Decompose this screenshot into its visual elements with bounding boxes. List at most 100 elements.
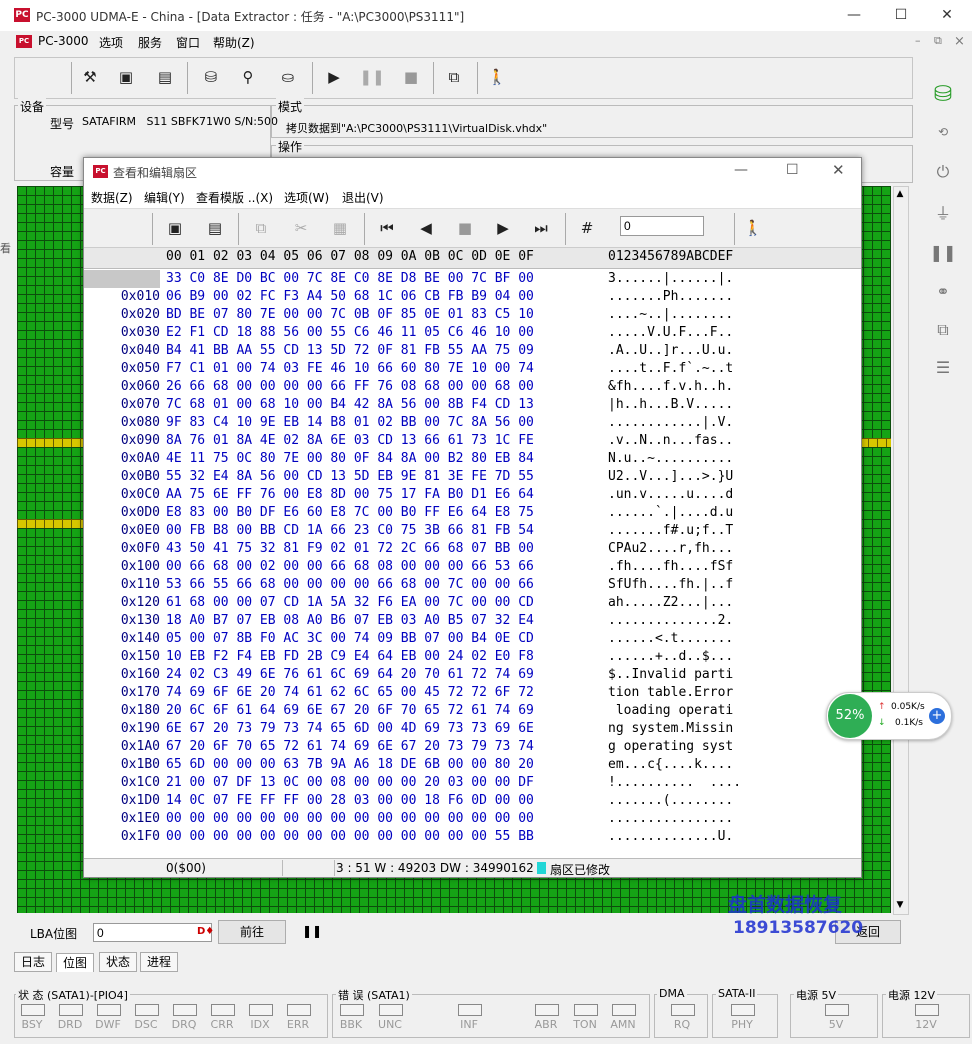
hex-row[interactable]: 0x1B0 65 6D 00 00 00 63 7B 9A A6 18 DE 6B… bbox=[84, 756, 861, 774]
lba-input[interactable] bbox=[93, 923, 212, 942]
hex-row-ascii[interactable]: ......+..d..$... bbox=[608, 648, 733, 666]
forward-button[interactable]: 前往 bbox=[218, 920, 286, 944]
hex-row-bytes[interactable]: E8 83 00 B0 DF E6 60 E8 7C 00 B0 FF E6 6… bbox=[166, 504, 534, 522]
tools-icon[interactable]: ⚒ bbox=[77, 64, 103, 90]
hex-row-bytes[interactable]: 9F 83 C4 10 9E EB 14 B8 01 02 BB 00 7C 8… bbox=[166, 414, 534, 432]
scroll-up-icon[interactable]: ▲ bbox=[893, 186, 907, 202]
hex-row-ascii[interactable]: $..Invalid parti bbox=[608, 666, 733, 684]
hex-row-bytes[interactable]: AA 75 6E FF 76 00 E8 8D 00 75 17 FA B0 D… bbox=[166, 486, 534, 504]
mdi-restore-button[interactable]: ⧉ bbox=[934, 34, 942, 48]
hex-row[interactable]: 0x110 53 66 55 66 68 00 00 00 00 66 68 00… bbox=[84, 576, 861, 594]
tab-log[interactable]: 日志 bbox=[14, 952, 52, 972]
tab-bitmap[interactable]: 位图 bbox=[56, 953, 94, 972]
hex-row[interactable]: 0x160 24 02 C3 49 6E 76 61 6C 69 64 20 70… bbox=[84, 666, 861, 684]
hex-row-ascii[interactable]: ..............U. bbox=[608, 828, 733, 846]
hex-row-bytes[interactable]: E2 F1 CD 18 88 56 00 55 C6 46 11 05 C6 4… bbox=[166, 324, 534, 342]
editor-menu-template[interactable]: 查看模版 ..(X) bbox=[196, 189, 273, 206]
hex-row-bytes[interactable]: B4 41 BB AA 55 CD 13 5D 72 0F 81 FB 55 A… bbox=[166, 342, 534, 360]
hex-row-ascii[interactable]: ah.....Z2...|... bbox=[608, 594, 733, 612]
hex-row-bytes[interactable]: 53 66 55 66 68 00 00 00 00 66 68 00 7C 0… bbox=[166, 576, 534, 594]
hex-row-bytes[interactable]: 67 20 6F 70 65 72 61 74 69 6E 67 20 73 7… bbox=[166, 738, 534, 756]
add-icon[interactable]: + bbox=[929, 708, 945, 724]
hex-row-bytes[interactable]: 10 EB F2 F4 EB FD 2B C9 E4 64 EB 00 24 0… bbox=[166, 648, 534, 666]
hex-row[interactable]: 0x070 7C 68 01 00 68 10 00 B4 42 8A 56 00… bbox=[84, 396, 861, 414]
tab-status[interactable]: 状态 bbox=[99, 952, 137, 972]
mdi-minimize-button[interactable]: – bbox=[915, 34, 921, 47]
sector-number-input[interactable] bbox=[620, 216, 704, 236]
hex-row-ascii[interactable]: ......`.|....d.u bbox=[608, 504, 733, 522]
menu-help[interactable]: 帮助(Z) bbox=[213, 34, 255, 51]
hex-row[interactable]: 0x080 9F 83 C4 10 9E EB 14 B8 01 02 BB 00… bbox=[84, 414, 861, 432]
hex-row-ascii[interactable]: 3......|......|. bbox=[608, 270, 733, 288]
windows-icon[interactable]: ⧉ bbox=[441, 64, 467, 90]
hex-row-bytes[interactable]: 00 66 68 00 02 00 00 66 68 08 00 00 00 6… bbox=[166, 558, 534, 576]
hex-row-ascii[interactable]: U2..V...]...>.}U bbox=[608, 468, 733, 486]
hex-row-ascii[interactable]: CPAu2....r,fh... bbox=[608, 540, 733, 558]
hex-row-ascii[interactable]: .......f#.u;f..T bbox=[608, 522, 733, 540]
hex-row[interactable]: 0x0A0 4E 11 75 0C 80 7E 00 80 0F 84 8A 00… bbox=[84, 450, 861, 468]
hex-row-bytes[interactable]: 74 69 6F 6E 20 74 61 62 6C 65 00 45 72 7… bbox=[166, 684, 534, 702]
database-icon[interactable]: ⛁ bbox=[928, 82, 958, 116]
hex-row-ascii[interactable]: .......Ph....... bbox=[608, 288, 733, 306]
connect-icon[interactable]: ⚭ bbox=[928, 282, 958, 308]
hex-row[interactable]: 0x140 05 00 07 8B F0 AC 3C 00 74 09 BB 07… bbox=[84, 630, 861, 648]
reset-icon[interactable]: ⟲ bbox=[928, 125, 958, 151]
editor-close-button[interactable]: ✕ bbox=[832, 161, 845, 179]
hex-row-bytes[interactable]: 05 00 07 8B F0 AC 3C 00 74 09 BB 07 00 B… bbox=[166, 630, 534, 648]
pause-side-icon[interactable]: ❚❚ bbox=[928, 243, 958, 269]
hex-row-ascii[interactable]: &fh....f.v.h..h. bbox=[608, 378, 733, 396]
hex-row[interactable]: 0x0F0 43 50 41 75 32 81 F9 02 01 72 2C 66… bbox=[84, 540, 861, 558]
prev-sector-icon[interactable]: ◀ bbox=[413, 215, 439, 241]
hex-row-bytes[interactable]: 21 00 07 DF 13 0C 00 08 00 00 00 20 03 0… bbox=[166, 774, 534, 792]
hex-row-ascii[interactable]: loading operati bbox=[608, 702, 733, 720]
hex-row-ascii[interactable]: ....~..|........ bbox=[608, 306, 733, 324]
editor-menu-edit[interactable]: 编辑(Y) bbox=[144, 189, 185, 206]
goto-sector-icon[interactable]: # bbox=[574, 215, 600, 241]
hex-row-ascii[interactable]: SfUfh....fh.|..f bbox=[608, 576, 733, 594]
exit-icon[interactable]: 🚶 bbox=[740, 215, 766, 241]
hex-row-bytes[interactable]: BD BE 07 80 7E 00 00 7C 0B 0F 85 0E 01 8… bbox=[166, 306, 534, 324]
hex-row[interactable]: 0x0E0 00 FB B8 00 BB CD 1A 66 23 C0 75 3B… bbox=[84, 522, 861, 540]
hex-row-ascii[interactable]: .fh....fh....fSf bbox=[608, 558, 733, 576]
hex-row[interactable]: 0x0B0 55 32 E4 8A 56 00 CD 13 5D EB 9E 81… bbox=[84, 468, 861, 486]
exit-icon[interactable]: 🚶 bbox=[484, 64, 510, 90]
hex-row-bytes[interactable]: 14 0C 07 FE FF FF 00 28 03 00 00 18 F6 0… bbox=[166, 792, 534, 810]
hex-row-bytes[interactable]: 26 66 68 00 00 00 00 66 FF 76 08 68 00 0… bbox=[166, 378, 534, 396]
hex-row-ascii[interactable]: ..............2. bbox=[608, 612, 733, 630]
hex-row[interactable]: 0x100 00 66 68 00 02 00 00 66 68 08 00 00… bbox=[84, 558, 861, 576]
drive-open-icon[interactable]: ⛀ bbox=[275, 64, 301, 90]
copy-icon[interactable]: ⧉ bbox=[928, 320, 958, 346]
hex-row-ascii[interactable]: ......<.t....... bbox=[608, 630, 733, 648]
stop-icon[interactable]: ■ bbox=[452, 215, 478, 241]
menu-pc3000[interactable]: PC-3000 bbox=[38, 34, 88, 48]
hex-row-bytes[interactable]: 20 6C 6F 61 64 69 6E 67 20 6F 70 65 72 6… bbox=[166, 702, 534, 720]
copy-icon[interactable]: ⧉ bbox=[248, 215, 274, 241]
plug-icon[interactable]: ⏚ bbox=[928, 200, 958, 226]
hex-row[interactable]: 0x170 74 69 6F 6E 20 74 61 62 6C 65 00 45… bbox=[84, 684, 861, 702]
minimize-button[interactable]: — bbox=[834, 3, 874, 28]
hex-row-ascii[interactable]: .un.v.....u....d bbox=[608, 486, 733, 504]
play-icon[interactable]: ▶ bbox=[321, 64, 347, 90]
editor-menu-data[interactable]: 数据(Z) bbox=[91, 189, 133, 206]
hex-row-ascii[interactable]: tion table.Error bbox=[608, 684, 733, 702]
pause-icon[interactable]: ❚❚ bbox=[359, 64, 385, 90]
percent-report-icon[interactable]: ▤ bbox=[152, 64, 178, 90]
hex-row-bytes[interactable]: F7 C1 01 00 74 03 FE 46 10 66 60 80 7E 1… bbox=[166, 360, 534, 378]
hex-row-bytes[interactable]: 24 02 C3 49 6E 76 61 6C 69 64 20 70 61 7… bbox=[166, 666, 534, 684]
hex-row-bytes[interactable]: 4E 11 75 0C 80 7E 00 80 0F 84 8A 00 B2 8… bbox=[166, 450, 534, 468]
hex-row[interactable]: 0x180 20 6C 6F 61 64 69 6E 67 20 6F 70 65… bbox=[84, 702, 861, 720]
hex-row[interactable]: 0x1F0 00 00 00 00 00 00 00 00 00 00 00 00… bbox=[84, 828, 861, 846]
power-icon[interactable]: ⏻ bbox=[928, 162, 958, 188]
last-sector-icon[interactable]: ⏭ bbox=[528, 215, 554, 241]
hex-row-bytes[interactable]: 7C 68 01 00 68 10 00 B4 42 8A 56 00 8B F… bbox=[166, 396, 534, 414]
hex-row-bytes[interactable]: 00 00 00 00 00 00 00 00 00 00 00 00 00 0… bbox=[166, 828, 534, 846]
hex-row-ascii[interactable]: N.u..~.......... bbox=[608, 450, 733, 468]
paste-icon[interactable]: ▦ bbox=[327, 215, 353, 241]
stop-icon[interactable]: ■ bbox=[398, 64, 424, 90]
cut-icon[interactable]: ✂ bbox=[288, 215, 314, 241]
save-disk-icon[interactable]: ▣ bbox=[113, 64, 139, 90]
first-sector-icon[interactable]: ⏮ bbox=[374, 215, 400, 241]
lba-spin-icon[interactable]: D♦ bbox=[197, 926, 214, 937]
bitmap-scrollbar[interactable] bbox=[893, 186, 909, 915]
editor-minimize-button[interactable]: — bbox=[734, 162, 748, 178]
